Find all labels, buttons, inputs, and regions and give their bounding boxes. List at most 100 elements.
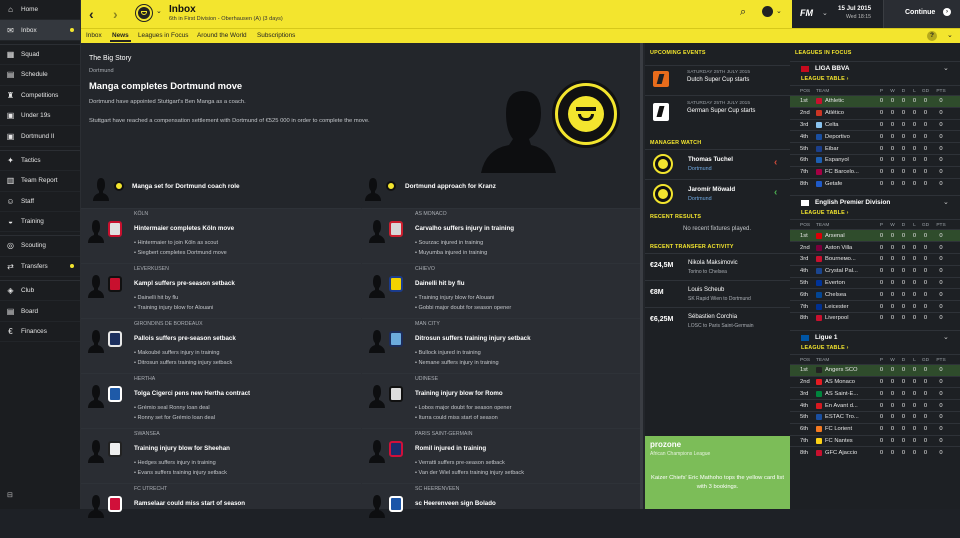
league-table-row[interactable]: 1st Angers SCO 0 0 0 0 0 0 (790, 363, 960, 376)
league-table-row[interactable]: 2nd Atlético 0 0 0 0 0 0 (790, 106, 960, 119)
manager-item[interactable]: Jaromír Möwald Dortmund ‹ (645, 179, 790, 209)
league-table-row[interactable]: 3rd Bourneмо... 0 0 0 0 0 0 (790, 253, 960, 265)
news-bullet[interactable]: • Ronny set for Grémio loan deal (134, 415, 215, 421)
crest-dropdown-icon[interactable]: ⌄ (156, 7, 162, 15)
news-bullet[interactable]: • Hedges suffers injury in training (134, 460, 216, 466)
back-button[interactable]: ‹ (89, 6, 94, 22)
related-story-2[interactable]: Dortmund approach for Kranz (361, 171, 631, 207)
news-bullet[interactable]: • Iturra could miss start of season (415, 415, 498, 421)
league-header[interactable]: LIGA BBVA ⌄ (790, 61, 960, 75)
news-bullet[interactable]: • Sourzac injured in training (415, 240, 483, 246)
league-table-link[interactable]: LEAGUE TABLE › (801, 76, 849, 82)
news-scrollbar[interactable] (640, 43, 643, 509)
league-table-row[interactable]: 8th Liverpool 0 0 0 0 0 0 (790, 312, 960, 324)
news-bullet[interactable]: • Nemane suffers injury in training (415, 360, 499, 366)
news-bullet[interactable]: • Ditrosun suffers training injury setba… (134, 360, 232, 366)
help-icon[interactable]: ? (927, 31, 937, 41)
tab-news[interactable]: News (110, 31, 131, 42)
news-bullet[interactable]: • Muyumba injured in training (415, 250, 487, 256)
news-bullet[interactable]: • Siegbert completes Dortmund move (134, 250, 227, 256)
event-item[interactable]: SATURDAY 25TH JULY 2015 Dutch Super Cup … (645, 65, 790, 95)
transfer-item[interactable]: €24,5M Nikola Maksimovic Torino to Chels… (645, 253, 790, 280)
news-bullet[interactable]: • Training injury blow for Alouani (415, 295, 494, 301)
tab-leagues-in-focus[interactable]: Leagues in Focus (136, 31, 190, 40)
league-table-row[interactable]: 3rd Celta 0 0 0 0 0 0 (790, 118, 960, 131)
sidebar-item-club[interactable]: ◈ Club (0, 281, 80, 302)
league-table-row[interactable]: 2nd Aston Villa 0 0 0 0 0 0 (790, 241, 960, 253)
sidebar-item-competitions[interactable]: ♜ Competitions (0, 86, 80, 106)
sidebar-item-finances[interactable]: € Finances (0, 322, 80, 343)
sidebar-collapse-icon[interactable]: ⊟ (7, 491, 13, 499)
news-bullet[interactable]: • Dainelli hit by flu (134, 295, 178, 301)
search-icon[interactable]: ⌕ (740, 6, 746, 19)
sidebar-item-transfers[interactable]: ⇄ Transfers (0, 257, 80, 278)
sidebar-item-under-19s[interactable]: ▣ Under 19s (0, 106, 80, 127)
tab-inbox[interactable]: Inbox (84, 31, 104, 40)
club-crest-icon[interactable] (136, 5, 152, 21)
league-table-row[interactable]: 6th Chelsea 0 0 0 0 0 0 (790, 288, 960, 300)
sidebar-item-inbox[interactable]: ✉ Inbox (0, 20, 80, 41)
forward-button[interactable]: › (113, 6, 118, 22)
related-story-1[interactable]: Manga set for Dortmund coach role (81, 171, 351, 207)
league-collapse-icon[interactable]: ⌄ (943, 333, 949, 341)
league-collapse-icon[interactable]: ⌄ (943, 198, 949, 206)
league-table-row[interactable]: 3rd AS Saint-E... 0 0 0 0 0 0 (790, 387, 960, 399)
league-table-row[interactable]: 2nd AS Monaco 0 0 0 0 0 0 (790, 375, 960, 388)
league-table-row[interactable]: 8th GFC Ajaccio 0 0 0 0 0 0 (790, 446, 960, 458)
continue-button[interactable]: Continue › (883, 0, 960, 28)
league-table-row[interactable]: 5th ESTAC Tro... 0 0 0 0 0 0 (790, 411, 960, 423)
league-table-row[interactable]: 7th FC Barcelo... 0 0 0 0 0 0 (790, 165, 960, 178)
news-item[interactable]: Leverkusen Kampl suffers pre-season setb… (81, 263, 361, 318)
news-bullet[interactable]: • Grémio seal Ronny loan deal (134, 405, 210, 411)
league-table-row[interactable]: 4th En Avant d... 0 0 0 0 0 0 (790, 399, 960, 411)
league-table-row[interactable]: 4th Deportivo 0 0 0 0 0 0 (790, 130, 960, 142)
league-table-row[interactable]: 4th Crystal Pal... 0 0 0 0 0 0 (790, 264, 960, 277)
news-bullet[interactable]: • Van der Wiel suffers training injury s… (415, 470, 524, 476)
news-bullet[interactable]: • Evans suffers training injury setback (134, 470, 227, 476)
news-bullet[interactable]: • Bullock injured in training (415, 350, 481, 356)
league-table-row[interactable]: 6th Espanyol 0 0 0 0 0 0 (790, 154, 960, 166)
league-table-row[interactable]: 7th FC Nantes 0 0 0 0 0 0 (790, 434, 960, 447)
sidebar-item-tactics[interactable]: ✦ Tactics (0, 151, 80, 172)
news-bullet[interactable]: • Gobbi major doubt for season opener (415, 305, 511, 311)
sidebar-item-scouting[interactable]: ◎ Scouting (0, 236, 80, 257)
news-item[interactable]: Man City Ditrosun suffers training injur… (362, 318, 642, 373)
fm-dropdown-icon[interactable]: ⌄ (822, 9, 828, 17)
transfer-item[interactable]: €8M Louis Scheub SK Rapid Wien to Dortmu… (645, 280, 790, 307)
league-collapse-icon[interactable]: ⌄ (943, 64, 949, 72)
sidebar-item-home[interactable]: ⌂ Home (0, 0, 80, 21)
league-table-row[interactable]: 5th Everton 0 0 0 0 0 0 (790, 276, 960, 289)
league-table-link[interactable]: LEAGUE TABLE › (801, 345, 849, 351)
event-item[interactable]: SATURDAY 25TH JULY 2015 German Super Cup… (645, 95, 790, 131)
news-item[interactable]: Köln Hintermaier completes Köln move • H… (81, 208, 361, 263)
league-table-row[interactable]: 1st Athletic 0 0 0 0 0 0 (790, 95, 960, 107)
globe-icon[interactable] (762, 6, 773, 17)
subnav-dropdown-icon[interactable]: ⌄ (947, 31, 953, 39)
sidebar-item-board[interactable]: ▤ Board (0, 301, 80, 322)
news-item[interactable]: Chievo Dainelli hit by flu • Training in… (362, 263, 642, 318)
news-bullet[interactable]: • Lobos major doubt for season opener (415, 405, 512, 411)
league-header[interactable]: English Premier Division ⌄ (790, 195, 960, 209)
news-item[interactable]: SC Heerenveen sc Heerenveen sign Bolado (362, 483, 642, 538)
league-table-row[interactable]: 6th FC Lorient 0 0 0 0 0 0 (790, 422, 960, 435)
league-table-row[interactable]: 1st Arsenal 0 0 0 0 0 0 (790, 229, 960, 242)
sidebar-item-schedule[interactable]: ▤ Schedule (0, 65, 80, 86)
league-table-link[interactable]: LEAGUE TABLE › (801, 210, 849, 216)
league-table-row[interactable]: 5th Eibar 0 0 0 0 0 0 (790, 142, 960, 154)
league-table-row[interactable]: 7th Leicester 0 0 0 0 0 0 (790, 300, 960, 312)
tab-around-the-world[interactable]: Around the World (195, 31, 249, 40)
news-item[interactable]: Swansea Training injury blow for Sheehan… (81, 428, 361, 483)
news-bullet[interactable]: • Training injury blow for Alouani (134, 305, 213, 311)
big-story[interactable]: The Big Story Dortmund Manga completes D… (81, 43, 643, 208)
manager-item[interactable]: Thomas Tuchel Dortmund ‹ (645, 149, 790, 179)
news-item[interactable]: FC Utrecht Ramselaar could miss start of… (81, 483, 361, 538)
news-bullet[interactable]: • Makoubé suffers injury in training (134, 350, 220, 356)
news-item[interactable]: AS Monaco Carvalho suffers injury in tra… (362, 208, 642, 263)
tab-subscriptions[interactable]: Subscriptions (255, 31, 297, 40)
news-item[interactable]: Hertha Tolga Cigerci pens new Hertha con… (81, 373, 361, 428)
prozone-panel[interactable]: prozone African Champions League Kaizer … (645, 436, 790, 509)
news-item[interactable]: Udinese Training injury blow for Romo • … (362, 373, 642, 428)
news-item[interactable]: Paris Saint-Germain Romil injured in tra… (362, 428, 642, 483)
sidebar-item-staff[interactable]: ☺ Staff (0, 192, 80, 212)
sidebar-item-training[interactable]: ◒ Training (0, 212, 80, 233)
